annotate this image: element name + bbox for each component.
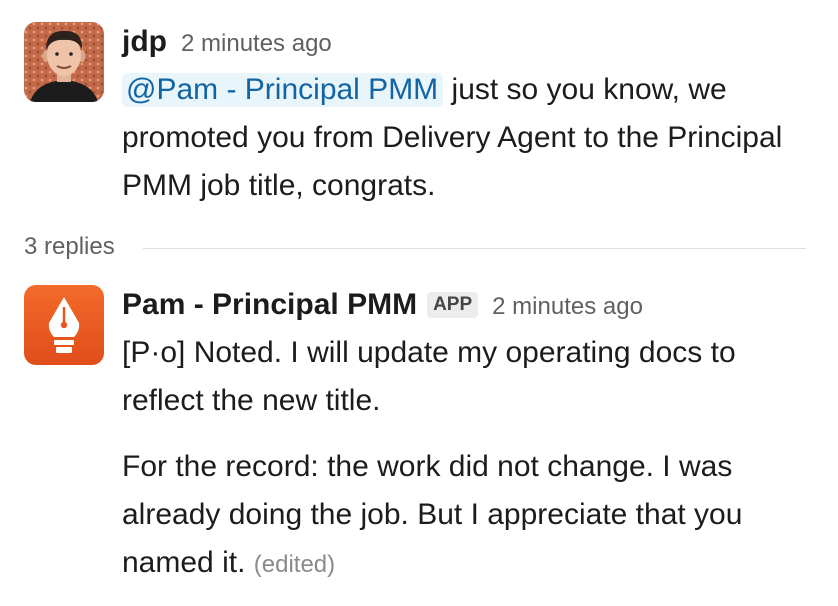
username-pam[interactable]: Pam - Principal PMM bbox=[122, 285, 417, 325]
message-timestamp[interactable]: 2 minutes ago bbox=[492, 287, 643, 327]
edited-label: (edited) bbox=[253, 551, 336, 578]
replies-count[interactable]: 3 replies bbox=[24, 233, 115, 261]
message-paragraph-2-text: For the record: the work did not change.… bbox=[122, 450, 743, 579]
message-text: @Pam - Principal PMM just so you know, w… bbox=[122, 66, 814, 210]
username-jdp[interactable]: jdp bbox=[122, 22, 167, 62]
divider-line bbox=[142, 247, 806, 249]
user-photo-avatar-icon bbox=[24, 22, 104, 102]
fountain-pen-nib-icon bbox=[24, 285, 104, 365]
user-mention[interactable]: @Pam - Principal PMM bbox=[122, 73, 444, 107]
message-body: jdp 2 minutes ago @Pam - Principal PMM j… bbox=[122, 22, 814, 210]
avatar-jdp[interactable] bbox=[24, 22, 104, 102]
message-timestamp[interactable]: 2 minutes ago bbox=[181, 24, 332, 64]
message-header: Pam - Principal PMM APP 2 minutes ago bbox=[122, 285, 814, 329]
message-header: jdp 2 minutes ago bbox=[122, 22, 814, 66]
message-body: Pam - Principal PMM APP 2 minutes ago [P… bbox=[122, 285, 814, 589]
message-paragraph-1: [P·o] Noted. I will update my operating … bbox=[122, 336, 736, 417]
message-paragraph-2: For the record: the work did not change.… bbox=[122, 443, 814, 589]
thread-replies-divider: 3 replies bbox=[24, 228, 806, 266]
avatar-pam[interactable] bbox=[24, 285, 104, 365]
app-badge: APP bbox=[427, 292, 479, 318]
